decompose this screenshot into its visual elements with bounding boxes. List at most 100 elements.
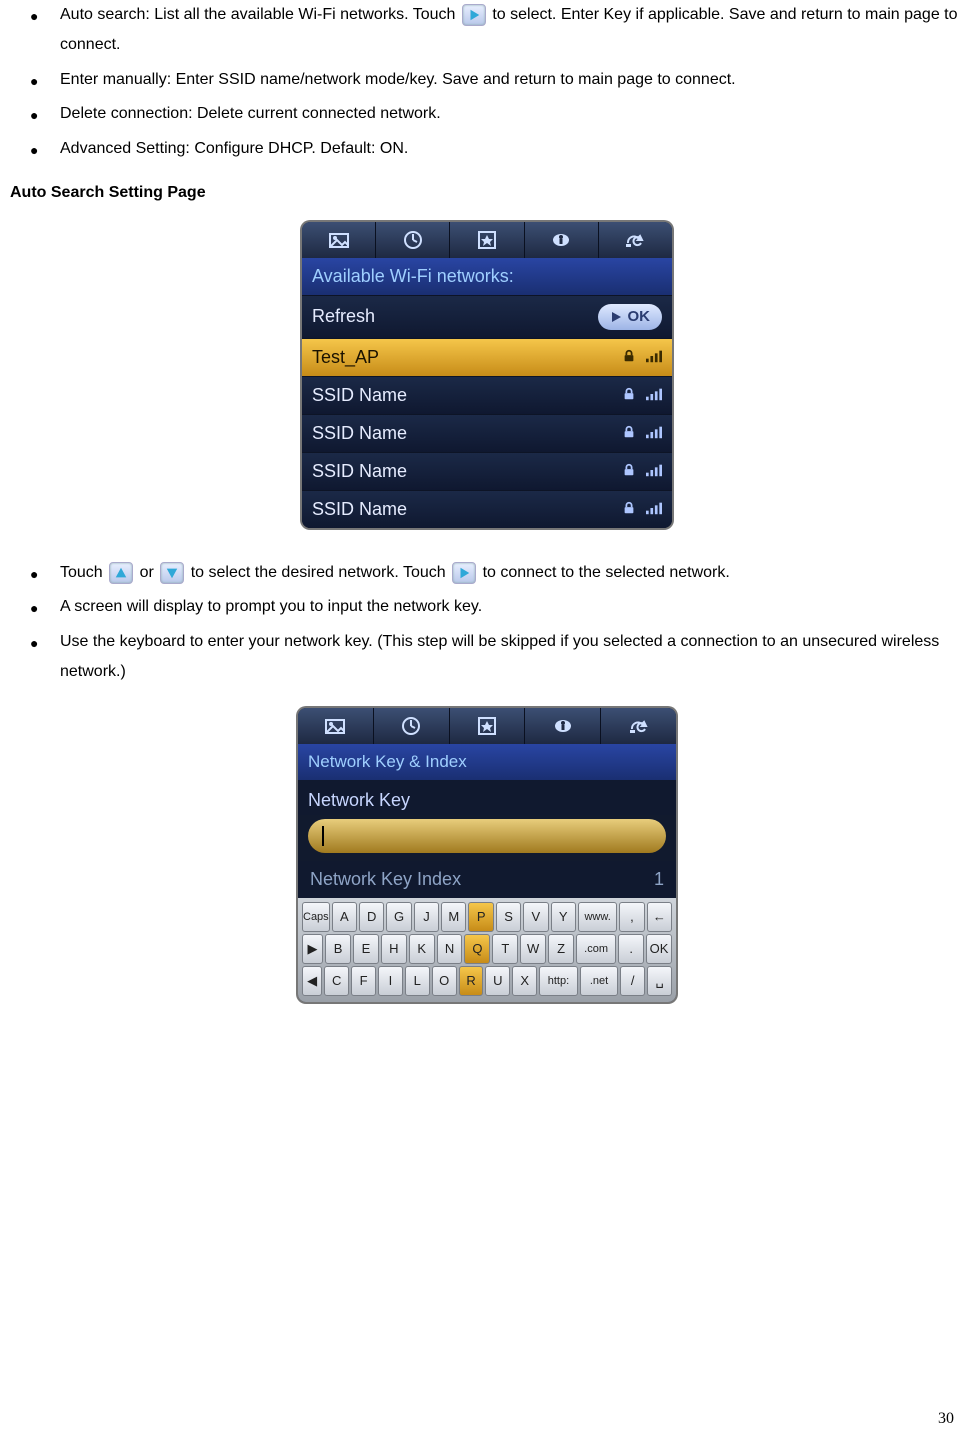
bullet-text: Advanced Setting: Configure DHCP. Defaul… <box>60 140 408 157</box>
lock-icon <box>622 347 636 368</box>
keyboard-key[interactable]: O <box>432 966 457 996</box>
bullet-item: Use the keyboard to enter your network k… <box>30 627 964 688</box>
topbar-tab-1[interactable] <box>376 222 450 258</box>
keyboard-key[interactable]: K <box>409 934 435 964</box>
keyboard-key[interactable]: Z <box>548 934 574 964</box>
wifi-network-row[interactable]: Test_AP <box>302 338 672 376</box>
keyboard-key[interactable]: G <box>386 902 411 932</box>
on-screen-keyboard[interactable]: CapsADGJMPSVYwww.,← ▶BEHKNQTWZ.com.OK ◀CFI… <box>298 898 676 1002</box>
refresh-label: Refresh <box>312 306 375 327</box>
bullet-text: to select the desired network. Touch <box>186 564 450 581</box>
keyboard-key[interactable]: / <box>620 966 645 996</box>
device-title-available-networks: Available Wi-Fi networks: <box>302 258 672 295</box>
ok-button[interactable]: OK <box>598 304 663 330</box>
keyboard-key[interactable]: N <box>437 934 463 964</box>
bullet-list-mid: Touch or to select the desired network. … <box>10 558 964 688</box>
keyboard-key[interactable]: ▶ <box>302 934 323 964</box>
keyboard-key[interactable]: .net <box>580 966 619 996</box>
device-topbar <box>298 708 676 744</box>
keyboard-key[interactable]: I <box>378 966 403 996</box>
keyboard-key[interactable]: S <box>496 902 521 932</box>
wifi-network-status-icons <box>622 347 662 368</box>
keyboard-key[interactable]: E <box>353 934 379 964</box>
wifi-network-name: SSID Name <box>312 499 622 520</box>
topbar-tab-0[interactable] <box>302 222 376 258</box>
bullet-text: Enter manually: Enter SSID name/network … <box>60 71 736 88</box>
signal-icon <box>646 423 662 444</box>
keyboard-key[interactable]: V <box>523 902 548 932</box>
keyboard-key[interactable]: U <box>485 966 510 996</box>
keyboard-key[interactable]: F <box>351 966 376 996</box>
keyboard-key[interactable]: W <box>520 934 546 964</box>
wifi-network-row[interactable]: SSID Name <box>302 452 672 490</box>
text-cursor <box>322 826 324 846</box>
topbar-tab-1[interactable] <box>374 708 450 744</box>
bullet-text: or <box>135 564 158 581</box>
triangle-down-icon <box>160 562 184 584</box>
bullet-text: to connect to the selected network. <box>478 564 730 581</box>
keyboard-key[interactable]: L <box>405 966 430 996</box>
keyboard-key[interactable]: H <box>381 934 407 964</box>
bullet-item: A screen will display to prompt you to i… <box>30 592 964 622</box>
keyboard-key[interactable]: A <box>332 902 357 932</box>
play-icon <box>452 562 476 584</box>
field-label-network-key: Network Key <box>298 780 676 815</box>
keyboard-key[interactable]: www. <box>578 902 617 932</box>
keyboard-key[interactable]: Caps <box>302 902 330 932</box>
topbar-tab-0[interactable] <box>298 708 374 744</box>
wifi-network-status-icons <box>622 499 662 520</box>
topbar-tab-2[interactable] <box>450 222 524 258</box>
keyboard-key[interactable]: .com <box>576 934 616 964</box>
keyboard-key[interactable]: Y <box>551 902 576 932</box>
keyboard-key[interactable]: ◀ <box>302 966 322 996</box>
wifi-network-name: SSID Name <box>312 385 622 406</box>
bullet-text: Delete connection: Delete current connec… <box>60 105 441 122</box>
keyboard-key[interactable]: B <box>325 934 351 964</box>
keyboard-key[interactable]: http: <box>539 966 578 996</box>
lock-icon <box>622 461 636 482</box>
bullet-text: Touch <box>60 564 107 581</box>
keyboard-key[interactable]: OK <box>646 934 672 964</box>
keyboard-key[interactable]: . <box>618 934 644 964</box>
keyboard-key[interactable]: J <box>414 902 439 932</box>
bullet-item: Touch or to select the desired network. … <box>30 558 964 588</box>
topbar-tab-3[interactable] <box>525 222 599 258</box>
keyboard-key[interactable]: R <box>459 966 484 996</box>
keyboard-key[interactable]: M <box>441 902 466 932</box>
keyboard-key[interactable]: ← <box>647 902 672 932</box>
keyboard-key[interactable]: ␣ <box>647 966 672 996</box>
keyboard-key[interactable]: , <box>619 902 644 932</box>
bullet-text: Use the keyboard to enter your network k… <box>60 633 939 680</box>
keyboard-key[interactable]: C <box>324 966 349 996</box>
wifi-network-row[interactable]: SSID Name <box>302 490 672 528</box>
signal-icon <box>646 461 662 482</box>
keyboard-key[interactable]: D <box>359 902 384 932</box>
wifi-network-row[interactable]: SSID Name <box>302 376 672 414</box>
topbar-tab-4[interactable] <box>599 222 672 258</box>
wifi-network-row[interactable]: SSID Name <box>302 414 672 452</box>
network-key-input[interactable] <box>308 819 666 853</box>
keyboard-key[interactable]: P <box>468 902 493 932</box>
lock-icon <box>622 423 636 444</box>
bullet-item: Enter manually: Enter SSID name/network … <box>30 65 964 95</box>
lock-icon <box>622 499 636 520</box>
keyboard-key[interactable]: Q <box>464 934 490 964</box>
bullet-list-top: Auto search: List all the available Wi-F… <box>10 0 964 164</box>
refresh-row[interactable]: Refresh OK <box>302 295 672 338</box>
play-icon <box>462 4 486 26</box>
bullet-text: A screen will display to prompt you to i… <box>60 598 482 615</box>
lock-icon <box>622 385 636 406</box>
topbar-tab-4[interactable] <box>601 708 676 744</box>
keyboard-key[interactable]: X <box>512 966 537 996</box>
keyboard-key[interactable]: T <box>492 934 518 964</box>
wifi-network-status-icons <box>622 385 662 406</box>
signal-icon <box>646 347 662 368</box>
bullet-item: Advanced Setting: Configure DHCP. Defaul… <box>30 134 964 164</box>
topbar-tab-3[interactable] <box>525 708 601 744</box>
triangle-up-icon <box>109 562 133 584</box>
network-key-index-value: 1 <box>654 869 664 890</box>
device-screenshot-network-key: Network Key & Index Network Key Network … <box>298 708 676 1002</box>
bullet-item: Auto search: List all the available Wi-F… <box>30 0 964 61</box>
topbar-tab-2[interactable] <box>450 708 526 744</box>
bullet-item: Delete connection: Delete current connec… <box>30 99 964 129</box>
